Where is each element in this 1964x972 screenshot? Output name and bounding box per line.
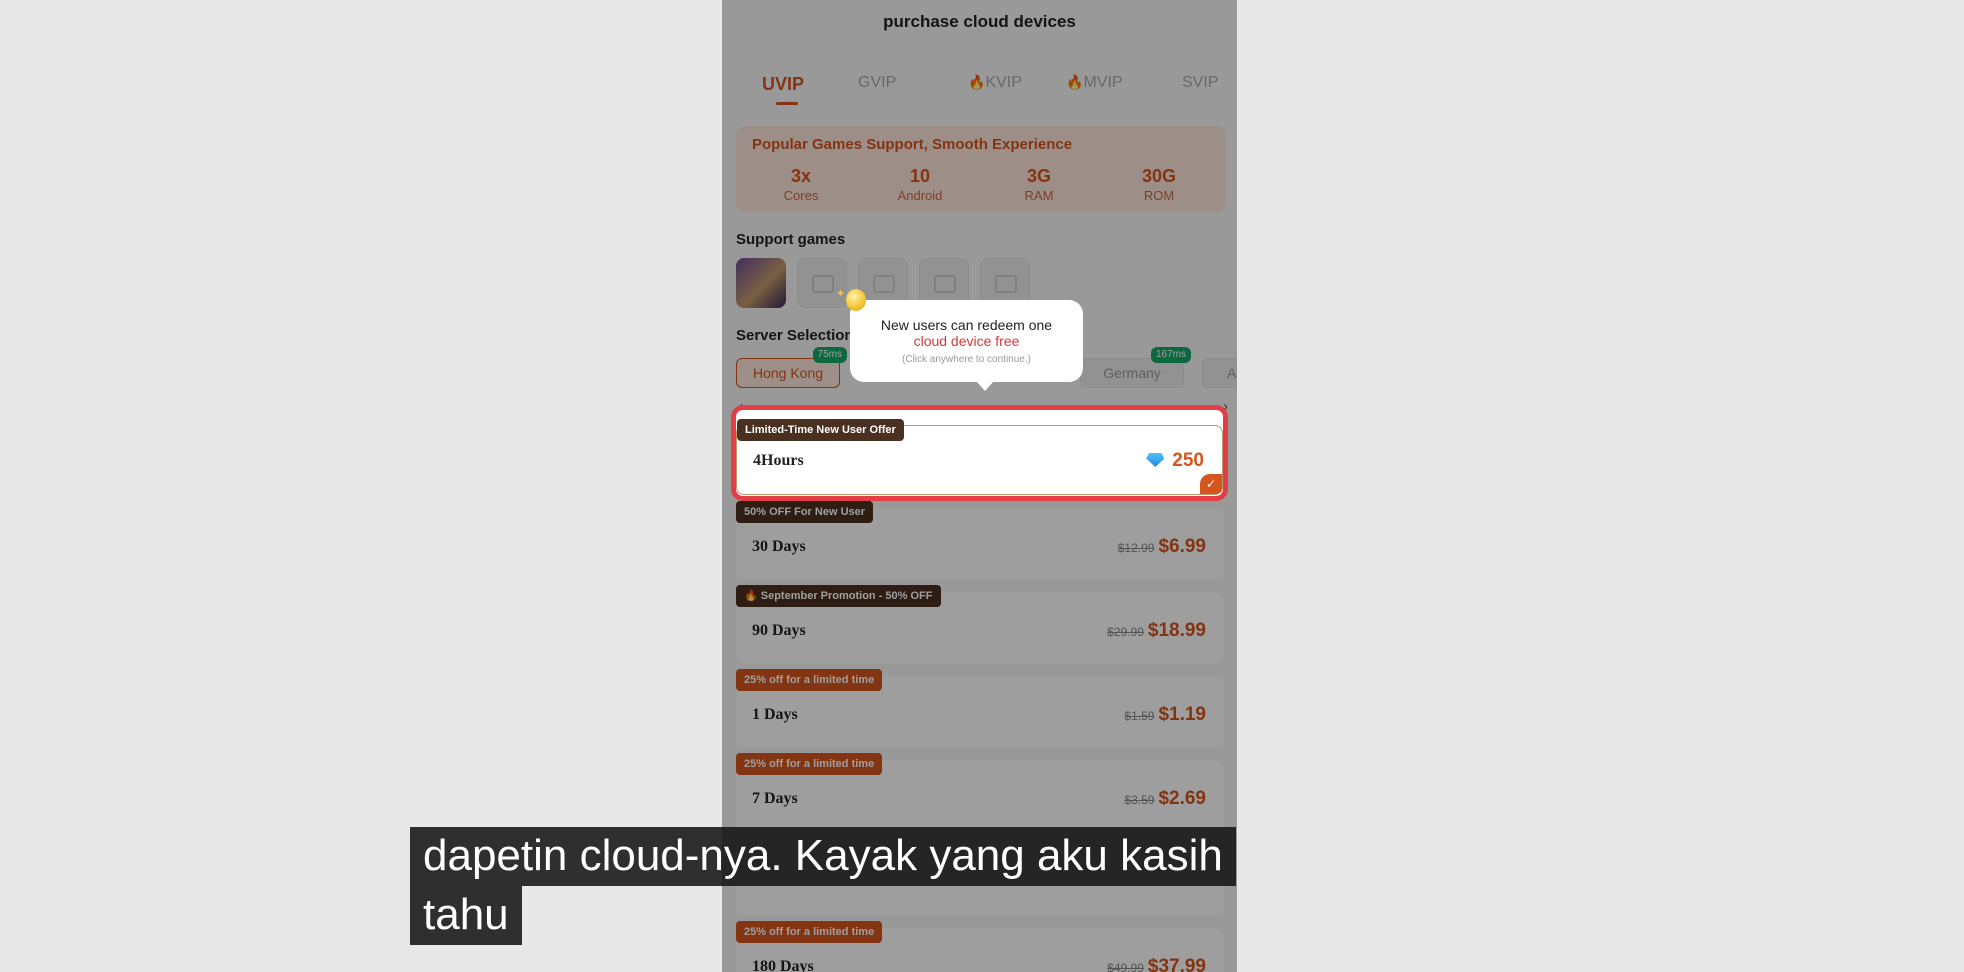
- video-subtitle-line1: dapetin cloud-nya. Kayak yang aku kasih: [410, 827, 1236, 886]
- highlighted-plan-card[interactable]: Limited-Time New User Offer 4Hours 250 ✓: [731, 405, 1228, 501]
- plan-card-4hours[interactable]: Limited-Time New User Offer 4Hours 250 ✓: [736, 419, 1223, 495]
- plan-badge: Limited-Time New User Offer: [737, 419, 904, 441]
- lightbulb-icon: [846, 289, 866, 311]
- tooltip-text: New users can redeem one: [880, 317, 1053, 333]
- plan-price: 250: [1146, 450, 1204, 472]
- diamond-price: 250: [1172, 450, 1204, 471]
- video-subtitle-line2: tahu: [410, 886, 522, 945]
- tooltip-hint: (Click anywhere to continue.): [902, 354, 1031, 365]
- plan-name: 4Hours: [753, 452, 804, 469]
- tooltip-highlight: cloud device free: [913, 333, 1020, 349]
- diamond-icon: [1146, 453, 1165, 467]
- tooltip-bubble[interactable]: New users can redeem one cloud device fr…: [850, 300, 1083, 391]
- checkmark-icon: ✓: [1200, 474, 1222, 494]
- sparkle-icon: ✦: [836, 288, 846, 300]
